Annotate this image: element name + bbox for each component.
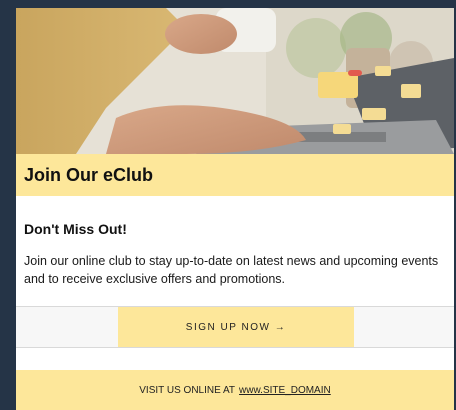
hero-image [16,8,454,154]
site-domain-link[interactable]: www.SITE_DOMAIN [239,385,331,396]
description-text: Join our online club to stay up-to-date … [24,254,439,286]
heading-band: Join Our eClub [16,154,454,196]
sign-up-button[interactable]: SIGN UP NOW → [118,307,354,347]
email-card: Join Our eClub Don't Miss Out! Join our … [16,8,454,410]
content-block: Don't Miss Out! Join our online club to … [16,196,454,306]
cta-row: SIGN UP NOW → [16,306,454,348]
spacer [16,348,454,370]
footer: VISIT US ONLINE AT www.SITE_DOMAIN [16,370,454,410]
subheading: Don't Miss Out! [24,221,127,237]
footer-prefix: VISIT US ONLINE AT [139,384,236,396]
page-title: Join Our eClub [24,165,154,185]
laptop-photo [16,8,454,154]
